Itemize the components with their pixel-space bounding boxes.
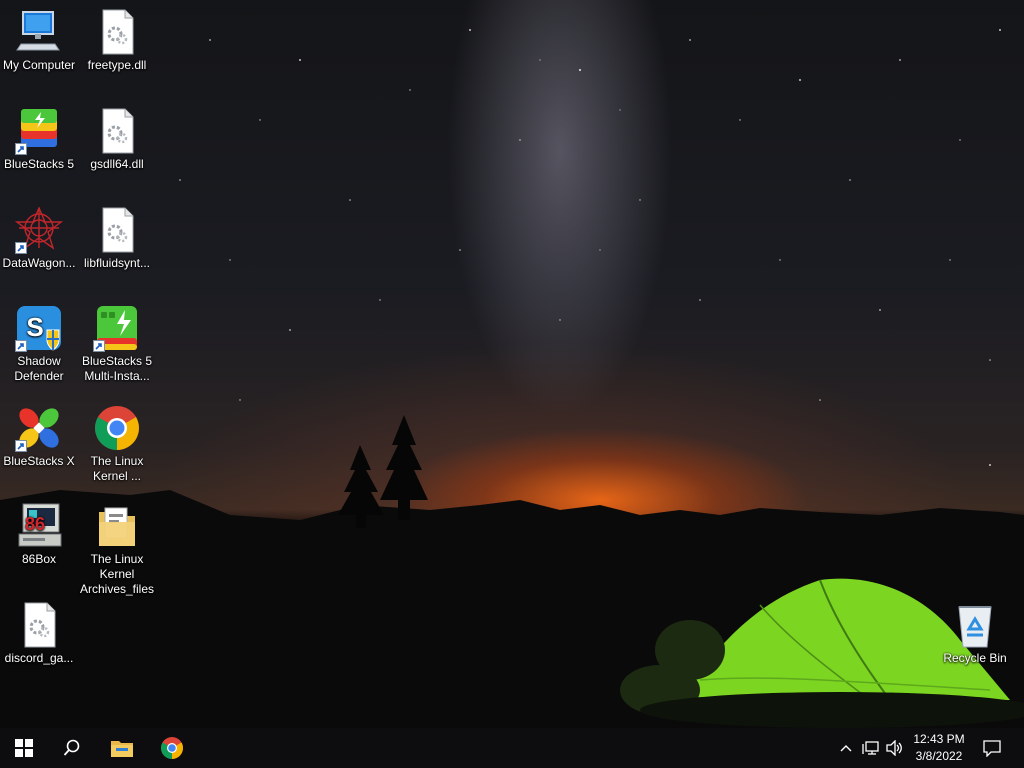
- icon-label: The Linux Kernel Archives_files: [79, 552, 155, 596]
- shortcut-arrow-icon: [93, 340, 105, 352]
- action-center-icon: [983, 740, 1001, 757]
- computer-icon: [15, 8, 63, 56]
- icon-label: My Computer: [2, 58, 76, 72]
- start-button[interactable]: [0, 728, 48, 768]
- icon-label: libfluidsynt...: [83, 256, 151, 270]
- desktop-icon-datawagon[interactable]: DataWagon...: [0, 206, 78, 271]
- icon-label: BlueStacks 5: [3, 157, 75, 171]
- desktop-icon-bluestacks-multi-instance[interactable]: BlueStacks 5 Multi-Insta...: [78, 304, 156, 384]
- desktop-icon-gsdll64-dll[interactable]: gsdll64.dll: [78, 107, 156, 172]
- desktop-icon-libfluidsynth[interactable]: libfluidsynt...: [78, 206, 156, 271]
- datawagon-icon: [15, 206, 63, 254]
- icon-label: BlueStacks 5 Multi-Insta...: [81, 354, 153, 383]
- desktop-icon-86box[interactable]: 86 86Box: [0, 502, 78, 567]
- icon-label: freetype.dll: [87, 58, 147, 72]
- chrome-icon: [161, 737, 183, 759]
- taskbar-chrome[interactable]: [148, 728, 196, 768]
- desktop-icon-recycle-bin[interactable]: Recycle Bin: [936, 601, 1014, 666]
- file-explorer-icon: [111, 741, 133, 757]
- icon-label: DataWagon...: [2, 256, 76, 270]
- shortcut-arrow-icon: [15, 143, 27, 155]
- desktop-icon-linux-kernel-archives-files[interactable]: The Linux Kernel Archives_files: [78, 502, 156, 597]
- shortcut-arrow-icon: [15, 440, 27, 452]
- desktop-icon-shadow-defender[interactable]: S Shadow Defender: [0, 304, 78, 384]
- icon-label: The Linux Kernel ...: [90, 454, 144, 483]
- search-button[interactable]: [48, 728, 96, 768]
- bluestacks-icon: [15, 107, 63, 155]
- windows-start-icon: [15, 739, 33, 757]
- icon-label: discord_ga...: [4, 651, 74, 665]
- svg-text:86: 86: [25, 514, 45, 534]
- action-center-button[interactable]: [978, 728, 1006, 768]
- chevron-up-icon: [840, 745, 852, 752]
- search-icon: [63, 739, 80, 756]
- shortcut-arrow-icon: [15, 242, 27, 254]
- taskbar: 12:43 PM 3/8/2022: [0, 728, 1024, 768]
- icon-label: Shadow Defender: [14, 354, 64, 383]
- bluestacks-multi-instance-icon: [93, 304, 141, 352]
- desktop-icon-bluestacks-x[interactable]: BlueStacks X: [0, 404, 78, 469]
- volume-tray-button[interactable]: [884, 728, 906, 768]
- desktop-icon-bluestacks-5[interactable]: BlueStacks 5: [0, 107, 78, 172]
- icon-label: Recycle Bin: [943, 651, 1007, 665]
- network-icon: [862, 741, 879, 755]
- recycle-bin-icon: [951, 601, 999, 649]
- clock-time: 12:43 PM: [913, 732, 965, 746]
- desktop-icon-discord-game[interactable]: discord_ga...: [0, 601, 78, 666]
- desktop-icon-my-computer[interactable]: My Computer: [0, 8, 78, 73]
- dll-file-icon: [15, 601, 63, 649]
- network-tray-button[interactable]: [860, 728, 882, 768]
- taskbar-file-explorer[interactable]: [98, 728, 146, 768]
- system-clock[interactable]: 12:43 PM 3/8/2022: [904, 731, 974, 765]
- 86box-icon: 86: [15, 502, 63, 550]
- folder-icon: [93, 502, 141, 550]
- dll-file-icon: [93, 8, 141, 56]
- chrome-icon: [93, 404, 141, 452]
- show-hidden-icons-button[interactable]: [836, 728, 856, 768]
- dll-file-icon: [93, 107, 141, 155]
- desktop-icon-linux-kernel-chrome[interactable]: The Linux Kernel ...: [78, 404, 156, 484]
- clock-date: 3/8/2022: [915, 749, 963, 763]
- svg-text:S: S: [26, 312, 43, 342]
- shortcut-arrow-icon: [15, 340, 27, 352]
- shadow-defender-icon: S: [15, 304, 63, 352]
- stars: [179, 29, 1001, 466]
- volume-icon: [886, 740, 902, 756]
- icon-label: gsdll64.dll: [90, 157, 144, 171]
- icon-label: BlueStacks X: [3, 454, 75, 468]
- dll-file-icon: [93, 206, 141, 254]
- bluestacks-x-icon: [15, 404, 63, 452]
- desktop-icon-freetype-dll[interactable]: freetype.dll: [78, 8, 156, 73]
- icon-label: 86Box: [21, 552, 57, 566]
